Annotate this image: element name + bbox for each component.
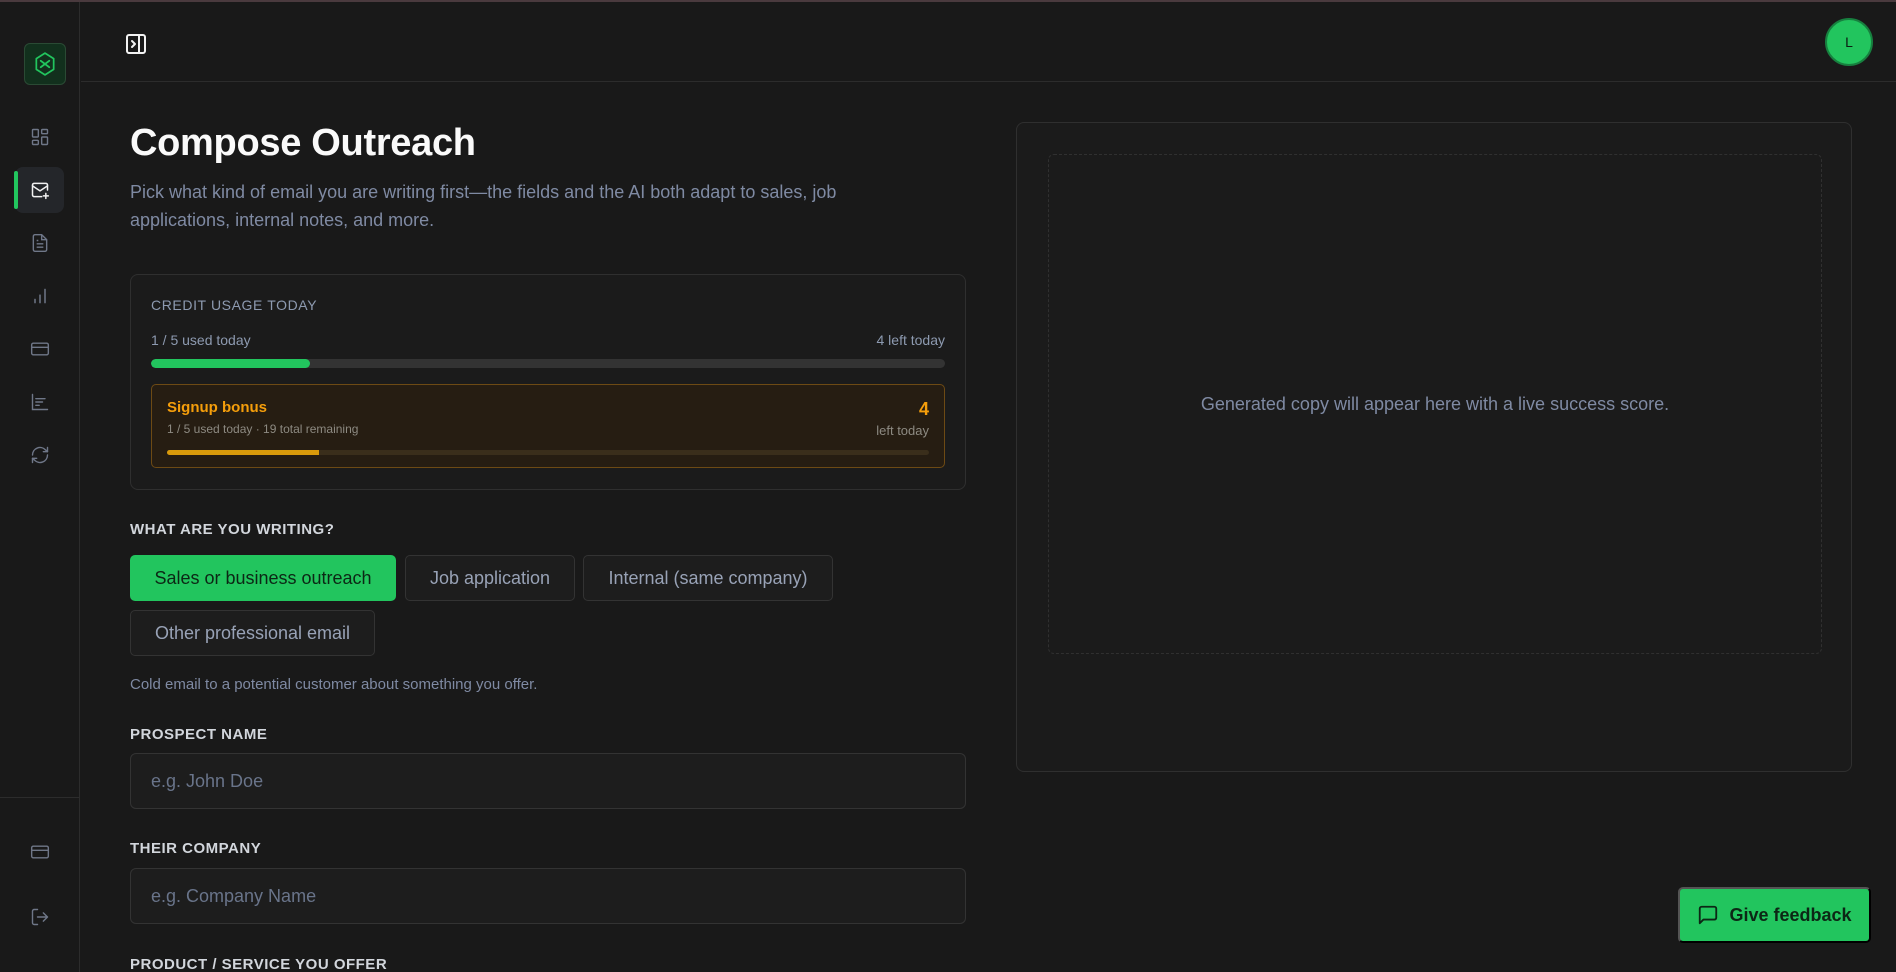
credit-card-icon: [30, 342, 49, 356]
bar-chart-icon: [33, 288, 46, 304]
generated-copy-area: Generated copy will appear here with a l…: [1048, 154, 1822, 654]
sidebar-item-billing[interactable]: [15, 326, 64, 372]
dashboard-icon: [31, 128, 48, 146]
company-label: THEIR COMPANY: [130, 840, 262, 857]
bonus-remaining-label: left today: [876, 423, 929, 438]
credit-progress-fill: [151, 359, 310, 368]
credit-used-text: 1 / 5 used today: [151, 332, 251, 348]
prospect-name-label: PROSPECT NAME: [130, 726, 268, 743]
bonus-title: Signup bonus: [167, 399, 267, 416]
user-avatar[interactable]: L: [1825, 18, 1873, 66]
option-sales-outreach[interactable]: Sales or business outreach: [130, 555, 396, 601]
sidebar-bottom-logout[interactable]: [24, 901, 56, 933]
credit-left-text: 4 left today: [876, 332, 946, 348]
option-job-application[interactable]: Job application: [405, 555, 575, 601]
bonus-remaining-number: 4: [918, 399, 929, 419]
company-input[interactable]: [130, 868, 966, 924]
analytics-icon: [31, 393, 48, 411]
credit-progress-bar: [151, 359, 945, 368]
writing-type-hint: Cold email to a potential customer about…: [130, 676, 538, 693]
logo-icon: [35, 52, 55, 76]
sidebar-item-documents[interactable]: [15, 220, 64, 266]
writing-type-label: WHAT ARE YOU WRITING?: [130, 521, 335, 538]
sidebar: [0, 2, 80, 972]
top-header: L: [81, 2, 1896, 82]
logout-icon: [31, 908, 49, 926]
app-logo[interactable]: [24, 43, 66, 85]
sidebar-item-sync[interactable]: [15, 432, 64, 478]
panel-toggle-icon: [126, 34, 146, 54]
generated-copy-panel: Generated copy will appear here with a l…: [1016, 122, 1852, 772]
give-feedback-label: Give feedback: [1729, 904, 1852, 925]
sidebar-item-compose[interactable]: [14, 167, 64, 213]
billing-icon: [30, 845, 50, 859]
credit-usage-title: CREDIT USAGE TODAY: [151, 297, 318, 313]
option-internal[interactable]: Internal (same company): [583, 555, 833, 601]
chat-bubble-icon: [1699, 905, 1718, 925]
sidebar-divider: [0, 797, 80, 798]
bonus-progress-fill: [167, 450, 320, 455]
product-service-label: PRODUCT / SERVICE YOU OFFER: [130, 956, 388, 972]
bonus-subtitle: 1 / 5 used today · 19 total remaining: [167, 422, 359, 436]
mail-compose-icon: [31, 182, 49, 200]
document-icon: [32, 233, 47, 253]
credit-usage-card: CREDIT USAGE TODAY 1 / 5 used today 4 le…: [130, 274, 966, 490]
generated-copy-placeholder: Generated copy will appear here with a l…: [1200, 393, 1670, 414]
bonus-progress-bar: [167, 450, 929, 455]
signup-bonus-card: Signup bonus 1 / 5 used today · 19 total…: [151, 384, 945, 468]
sidebar-item-stats[interactable]: [15, 273, 64, 319]
sidebar-toggle-button[interactable]: [121, 29, 151, 59]
sidebar-bottom-billing[interactable]: [24, 836, 56, 868]
page-subtitle: Pick what kind of email you are writing …: [130, 182, 837, 230]
page-title: Compose Outreach: [130, 122, 476, 164]
sidebar-item-analytics[interactable]: [15, 379, 64, 425]
prospect-name-input[interactable]: [130, 753, 966, 809]
sidebar-item-dashboard[interactable]: [15, 114, 64, 160]
give-feedback-button[interactable]: Give feedback: [1678, 887, 1871, 943]
option-other-professional[interactable]: Other professional email: [130, 610, 375, 656]
refresh-icon: [31, 446, 48, 464]
